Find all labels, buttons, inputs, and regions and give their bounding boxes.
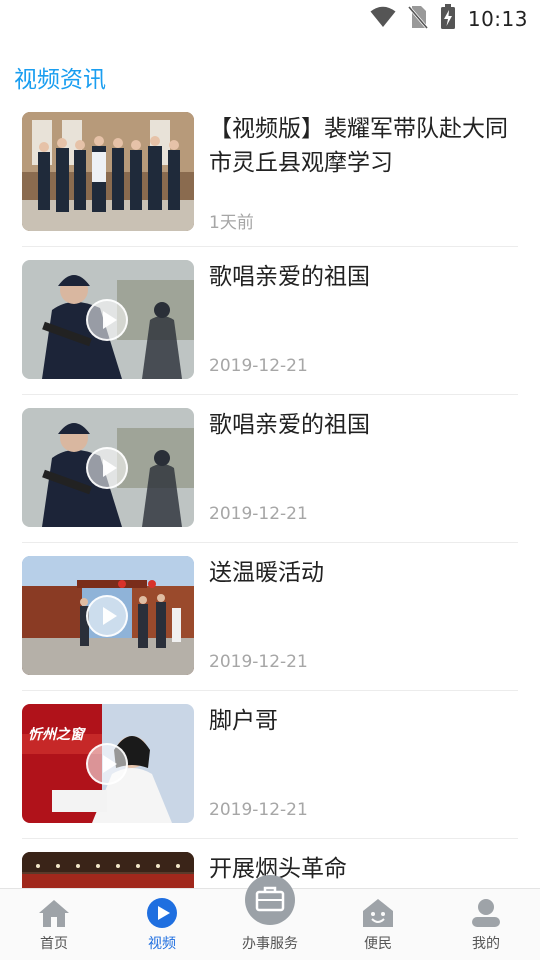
- play-icon[interactable]: [86, 299, 128, 341]
- status-icons: 10:13: [370, 4, 528, 34]
- video-thumbnail[interactable]: [22, 408, 194, 527]
- no-sim-icon: [407, 5, 428, 33]
- play-icon[interactable]: [86, 743, 128, 785]
- video-thumbnail[interactable]: [22, 852, 194, 888]
- video-thumbnail[interactable]: 忻州之窗: [22, 704, 194, 823]
- tab-label: 便民: [364, 936, 392, 952]
- status-bar: 10:13: [0, 0, 540, 38]
- page-title: 视频资讯: [14, 67, 106, 93]
- play-icon[interactable]: [86, 595, 128, 637]
- feed-item[interactable]: 忻州之窗 脚户哥 2019-12-21: [0, 704, 540, 852]
- divider: [22, 542, 518, 543]
- battery-charging-icon: [440, 4, 456, 34]
- item-title[interactable]: 送温暖活动: [209, 556, 509, 590]
- tab-profile[interactable]: 我的: [432, 889, 540, 960]
- divider: [22, 246, 518, 247]
- video-thumbnail[interactable]: [22, 112, 194, 231]
- person-icon: [470, 897, 502, 929]
- item-date: 2019-12-21: [209, 356, 308, 376]
- feed-item[interactable]: 【视频版】裴耀军带队赴大同市灵丘县观摩学习 1天前: [0, 112, 540, 260]
- video-thumbnail[interactable]: [22, 556, 194, 675]
- divider: [22, 690, 518, 691]
- item-date: 2019-12-21: [209, 800, 308, 820]
- item-date: 2019-12-21: [209, 504, 308, 524]
- tab-label: 办事服务: [242, 936, 298, 952]
- show-logo: 忻州之窗: [28, 727, 84, 743]
- status-time: 10:13: [467, 7, 528, 31]
- home-icon: [38, 897, 70, 929]
- briefcase-icon: [245, 875, 295, 925]
- item-date: 2019-12-21: [209, 652, 308, 672]
- tab-convenience[interactable]: 便民: [324, 889, 432, 960]
- tab-label: 首页: [40, 936, 68, 952]
- play-icon[interactable]: [86, 447, 128, 489]
- item-title[interactable]: 脚户哥: [209, 704, 509, 738]
- feed-item[interactable]: 送温暖活动 2019-12-21: [0, 556, 540, 704]
- play-circle-icon: [146, 897, 178, 929]
- tab-services[interactable]: 办事服务: [216, 875, 324, 960]
- bottom-tab-bar: 首页 视频 办事服务 便民 我的: [0, 875, 540, 960]
- video-feed-list[interactable]: 【视频版】裴耀军带队赴大同市灵丘县观摩学习 1天前 歌唱亲爱的祖国 2019-1…: [0, 112, 540, 888]
- item-title[interactable]: 【视频版】裴耀军带队赴大同市灵丘县观摩学习: [209, 112, 509, 180]
- tab-home[interactable]: 首页: [0, 889, 108, 960]
- video-thumbnail[interactable]: [22, 260, 194, 379]
- feed-item[interactable]: 歌唱亲爱的祖国 2019-12-21: [0, 260, 540, 408]
- feed-item[interactable]: 歌唱亲爱的祖国 2019-12-21: [0, 408, 540, 556]
- tab-video[interactable]: 视频: [108, 889, 216, 960]
- smiley-house-icon: [362, 897, 394, 929]
- tab-label: 我的: [472, 936, 500, 952]
- divider: [22, 838, 518, 839]
- tab-label: 视频: [148, 936, 176, 952]
- item-title[interactable]: 歌唱亲爱的祖国: [209, 260, 509, 294]
- item-title[interactable]: 歌唱亲爱的祖国: [209, 408, 509, 442]
- wifi-icon: [370, 6, 396, 32]
- item-date: 1天前: [209, 213, 254, 233]
- divider: [22, 394, 518, 395]
